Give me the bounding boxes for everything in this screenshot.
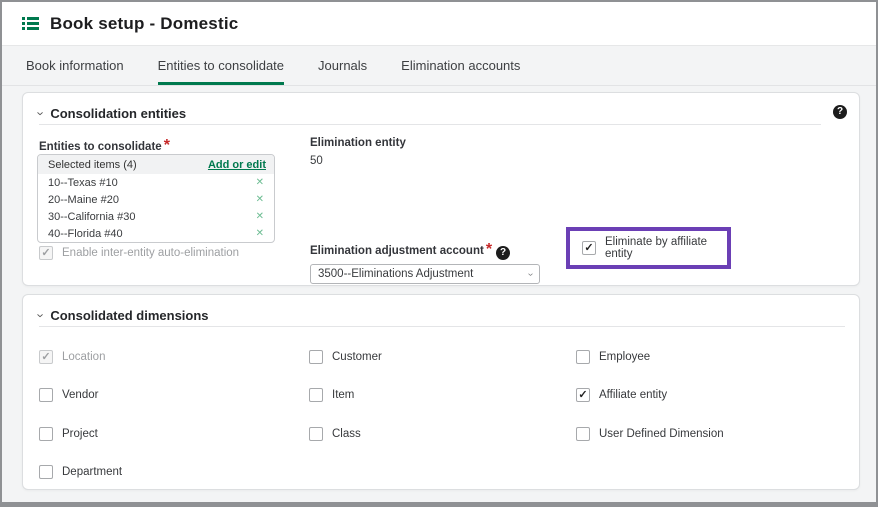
- checkbox-unchecked-icon[interactable]: [309, 427, 323, 441]
- entity-list-item: 20--Maine #20 ✕: [38, 191, 274, 208]
- required-marker: *: [486, 241, 492, 258]
- entities-to-consolidate-label: Entities to consolidate: [39, 141, 162, 153]
- adjustment-account-value: 3500--Eliminations Adjustment: [318, 268, 473, 280]
- entities-to-consolidate-field: Entities to consolidate*: [39, 137, 170, 155]
- section-help-icon[interactable]: ?: [833, 105, 847, 119]
- adjustment-account-field: Elimination adjustment account*? 3500--E…: [310, 241, 540, 284]
- checkbox-checked-icon: ✓: [39, 350, 53, 364]
- checkbox-unchecked-icon[interactable]: [39, 388, 53, 402]
- dimension-checkbox-customer[interactable]: Customer: [309, 350, 382, 364]
- collapse-chevron-icon[interactable]: ›: [35, 111, 48, 115]
- consolidation-entities-section: › Consolidation entities ? Entities to c…: [22, 92, 860, 286]
- chevron-down-icon: ›: [525, 272, 536, 275]
- remove-entity-icon[interactable]: ✕: [256, 195, 264, 205]
- field-help-icon[interactable]: ?: [496, 246, 510, 260]
- tab-book-information[interactable]: Book information: [26, 58, 124, 85]
- auto-elimination-checkbox: ✓ Enable inter-entity auto-elimination: [39, 246, 239, 260]
- dimension-checkbox-project[interactable]: Project: [39, 427, 98, 441]
- dimension-checkbox-item[interactable]: Item: [309, 388, 354, 402]
- elimination-entity-value: 50: [310, 155, 406, 167]
- dimension-checkbox-affiliate-entity[interactable]: ✓ Affiliate entity: [576, 388, 667, 402]
- dimension-checkbox-user-defined-dimension[interactable]: User Defined Dimension: [576, 427, 724, 441]
- checkbox-unchecked-icon[interactable]: [576, 350, 590, 364]
- remove-entity-icon[interactable]: ✕: [256, 229, 264, 239]
- elimination-entity-label: Elimination entity: [310, 137, 406, 149]
- entity-list-item: 40--Florida #40 ✕: [38, 225, 274, 242]
- entity-list-item: 30--California #30 ✕: [38, 208, 274, 225]
- tab-entities-to-consolidate[interactable]: Entities to consolidate: [158, 58, 284, 85]
- eliminate-by-affiliate-checkbox[interactable]: ✓ Eliminate by affiliate entity: [582, 236, 727, 260]
- checkbox-unchecked-icon[interactable]: [309, 388, 323, 402]
- highlight-box: ✓ Eliminate by affiliate entity: [566, 227, 731, 269]
- checkbox-unchecked-icon[interactable]: [39, 427, 53, 441]
- section-title: Consolidated dimensions: [50, 308, 208, 323]
- checkbox-checked-icon[interactable]: ✓: [576, 388, 590, 402]
- collapse-chevron-icon[interactable]: ›: [35, 313, 48, 317]
- remove-entity-icon[interactable]: ✕: [256, 212, 264, 222]
- remove-entity-icon[interactable]: ✕: [256, 178, 264, 188]
- book-list-icon: [22, 17, 39, 30]
- consolidated-dimensions-section: › Consolidated dimensions ✓ Location Cus…: [22, 294, 860, 490]
- adjustment-account-label: Elimination adjustment account: [310, 245, 484, 257]
- entity-list-item: 10--Texas #10 ✕: [38, 174, 274, 191]
- auto-elimination-label: Enable inter-entity auto-elimination: [62, 247, 239, 259]
- tab-bar: Book information Entities to consolidate…: [2, 46, 876, 86]
- page-title: Book setup - Domestic: [50, 14, 238, 34]
- page-header: Book setup - Domestic: [2, 2, 876, 46]
- eliminate-by-affiliate-label: Eliminate by affiliate entity: [605, 236, 727, 260]
- dimension-checkbox-class[interactable]: Class: [309, 427, 361, 441]
- checkbox-checked-icon[interactable]: ✓: [582, 241, 596, 255]
- dimension-checkbox-department[interactable]: Department: [39, 465, 122, 479]
- consolidated-dimensions-header[interactable]: › Consolidated dimensions: [39, 305, 845, 327]
- selected-items-count: Selected items (4): [48, 159, 137, 171]
- adjustment-account-select[interactable]: 3500--Eliminations Adjustment ›: [310, 264, 540, 284]
- tab-elimination-accounts[interactable]: Elimination accounts: [401, 58, 520, 85]
- dimension-checkbox-vendor[interactable]: Vendor: [39, 388, 98, 402]
- consolidation-entities-header[interactable]: › Consolidation entities: [39, 103, 821, 125]
- checkbox-unchecked-icon[interactable]: [39, 465, 53, 479]
- add-or-edit-link[interactable]: Add or edit: [208, 159, 266, 171]
- tab-journals[interactable]: Journals: [318, 58, 367, 85]
- checkbox-unchecked-icon[interactable]: [576, 427, 590, 441]
- elimination-entity-field: Elimination entity 50: [310, 137, 406, 167]
- required-marker: *: [164, 137, 170, 154]
- dimension-checkbox-employee[interactable]: Employee: [576, 350, 650, 364]
- checkbox-unchecked-icon[interactable]: [309, 350, 323, 364]
- section-title: Consolidation entities: [50, 106, 186, 121]
- dimension-checkbox-location: ✓ Location: [39, 350, 105, 364]
- selected-entities-listbox: Selected items (4) Add or edit 10--Texas…: [37, 154, 275, 243]
- checkbox-checked-icon: ✓: [39, 246, 53, 260]
